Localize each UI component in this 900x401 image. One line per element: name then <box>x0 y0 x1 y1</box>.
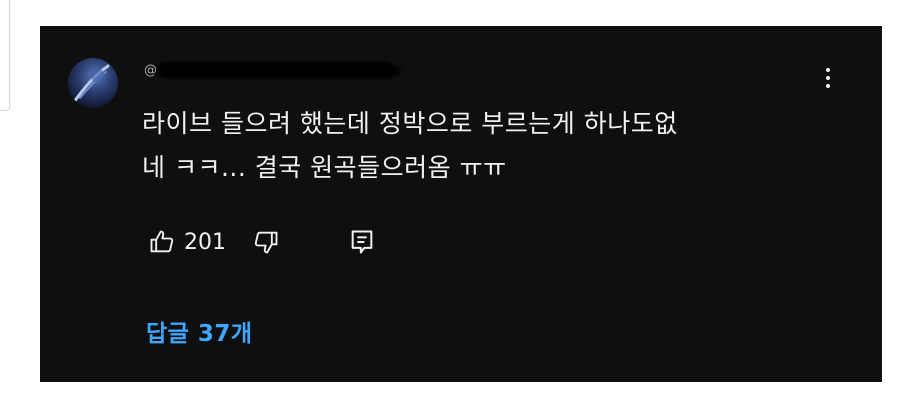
reply-icon[interactable] <box>344 224 380 260</box>
view-replies-link[interactable]: 답글 37개 <box>146 314 253 348</box>
author-redaction <box>340 66 400 76</box>
comment-card: @ 라이브 들으려 했는데 정박으로 부르는게 하나도없 네 ㅋㅋ... 결국 … <box>40 26 882 382</box>
thumbs-up-icon[interactable] <box>144 224 180 260</box>
like-count: 201 <box>184 229 226 255</box>
more-vert-icon[interactable] <box>816 64 840 94</box>
comment-actions: 201 <box>144 222 380 262</box>
avatar[interactable] <box>68 58 118 108</box>
comment-text: 라이브 들으려 했는데 정박으로 부르는게 하나도없 네 ㅋㅋ... 결국 원곡… <box>142 109 678 182</box>
avatar-image <box>72 64 110 104</box>
thumbs-down-icon[interactable] <box>248 224 284 260</box>
page-edge <box>0 0 10 111</box>
comment-author[interactable]: @ <box>144 64 157 78</box>
